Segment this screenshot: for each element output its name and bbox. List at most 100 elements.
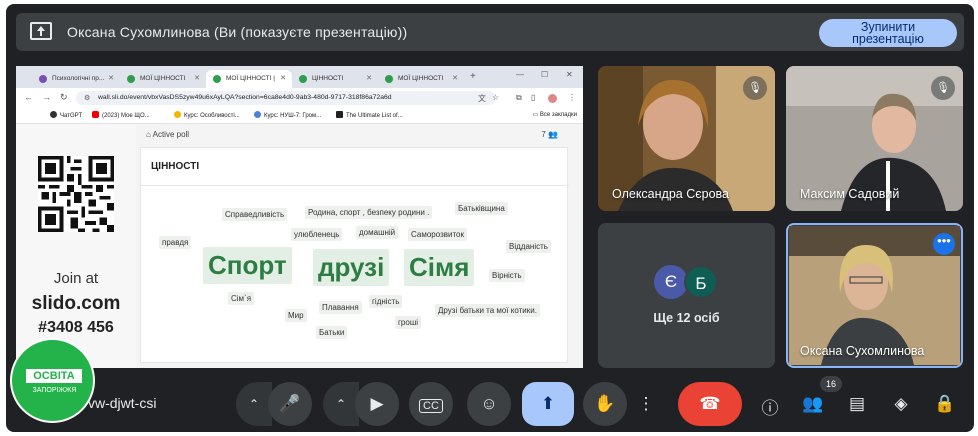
bookmark-star-icon[interactable]: ☆ <box>492 93 499 102</box>
participant-count: 7 👥 <box>541 130 558 139</box>
sidebar-icon[interactable]: ▯ <box>531 93 535 102</box>
word-cloud-item: Родина, спорт , безпеку родини . <box>305 206 433 219</box>
tab-close-icon[interactable]: ✕ <box>366 74 372 82</box>
camera-icon: ▶ <box>370 394 384 413</box>
join-site: slido.com <box>31 293 121 314</box>
new-tab-icon[interactable]: + <box>470 71 476 82</box>
site-info-icon[interactable]: ⚙ <box>84 94 90 102</box>
mic-off-icon: 🎙 <box>931 76 955 100</box>
profile-avatar[interactable] <box>548 94 557 103</box>
microphone-icon: 🎤 <box>279 394 301 413</box>
folder-icon: ▭ <box>532 112 540 118</box>
present-now-button[interactable]: ⬆ <box>522 382 574 426</box>
extensions-icon[interactable]: ⧉ <box>516 93 522 103</box>
video-settings-chevron-icon[interactable]: ⌃ <box>323 382 359 426</box>
people-icon[interactable]: 👥 <box>801 394 825 414</box>
tab-favicon-icon <box>39 75 47 83</box>
browser-tab[interactable]: МОЇ ЦІННОСТІ ✕ <box>378 70 464 88</box>
word-cloud-item: гроші <box>395 316 422 329</box>
emoji-icon: ☺ <box>480 394 498 413</box>
participant-tile[interactable]: 🎙 Олександра Сєрова <box>598 66 775 211</box>
bookmark-label: Курс: НУШ-7: Гром... <box>264 113 322 119</box>
poll-card: ЦІННОСТІ Справедливість Родина, спорт , … <box>140 147 569 363</box>
bookmark-label: The Ultimate List of... <box>346 113 403 119</box>
tab-close-icon[interactable]: ✕ <box>280 74 286 82</box>
poll-icon: ⌂ <box>146 130 153 139</box>
present-screen-icon <box>30 22 52 40</box>
tab-close-icon[interactable]: ✕ <box>194 74 200 82</box>
tab-favicon-icon <box>127 75 135 83</box>
browser-tab-active[interactable]: МОЇ ЦІННОСТІ | ✕ <box>206 70 292 88</box>
url-field[interactable]: ⚙ wall.sli.do/event/vbxVasDS5zyw49u6xAyLQ… <box>76 91 496 105</box>
participant-name: Максим Садовий <box>800 187 900 201</box>
forward-icon[interactable]: → <box>42 92 51 102</box>
more-options-button[interactable]: ⋮ <box>632 382 660 426</box>
browser-tab[interactable]: ЦІННОСТІ ✕ <box>292 70 378 88</box>
present-screen-icon: ⬆ <box>540 394 556 413</box>
chat-icon[interactable]: ▤ <box>845 394 869 414</box>
tab-favicon-icon <box>299 75 307 83</box>
tab-close-icon[interactable]: ✕ <box>452 74 458 82</box>
stop-presenting-button[interactable]: Зупинити презентацію <box>819 19 957 47</box>
osvita-logo: ОСВІТА ЗАПОРІЖЖЯ <box>10 338 95 423</box>
browser-tabstrip: Психологічні пр... ✕ МОЇ ЦІННОСТІ ✕ МОЇ ЦІ… <box>16 66 583 88</box>
participant-tile[interactable]: 🎙 Максим Садовий <box>786 66 963 211</box>
minimize-icon[interactable]: — <box>516 70 524 79</box>
word-cloud-item: Батьки <box>316 326 348 339</box>
browser-tab[interactable]: МОЇ ЦІННОСТІ ✕ <box>120 70 206 88</box>
reload-icon[interactable]: ↻ <box>60 92 68 103</box>
bookmark-item[interactable]: Курс: Особливості... <box>174 111 240 119</box>
activities-icon[interactable]: ◈ <box>889 394 913 414</box>
stop-presenting-line2: презентацію <box>852 32 924 46</box>
word-cloud-item: Справедливість <box>222 208 288 221</box>
reactions-button[interactable]: ☺ <box>467 382 511 426</box>
avatar: Є <box>654 265 688 299</box>
bookmark-item[interactable]: ЧатGPT <box>50 111 82 119</box>
audio-settings-chevron-icon[interactable]: ⌃ <box>236 382 272 426</box>
tab-label: ЦІННОСТІ <box>312 75 344 82</box>
bookmark-item[interactable]: The Ultimate List of... <box>336 111 403 119</box>
back-icon[interactable]: ← <box>24 92 33 102</box>
bookmarks-folder-label: Все закладки <box>539 112 577 118</box>
all-bookmarks-folder[interactable]: ▭ Все закладки <box>533 111 577 118</box>
browser-addressbar: ← → ↻ ⚙ wall.sli.do/event/vbxVasDS5zyw49u… <box>16 88 583 108</box>
word-cloud-item: гідність <box>369 295 403 308</box>
captions-icon: CC <box>419 399 443 413</box>
tab-close-icon[interactable]: ✕ <box>108 74 114 82</box>
close-window-icon[interactable]: ✕ <box>566 70 573 79</box>
more-options-icon[interactable]: ••• <box>933 233 955 255</box>
course-icon <box>254 111 261 118</box>
bookmark-label: ЧатGPT <box>60 113 83 119</box>
word-cloud-item-top: Спорт <box>203 247 292 284</box>
meeting-code: vw-djwt-csi <box>88 395 157 411</box>
host-controls-icon[interactable]: 🔒 <box>933 394 957 414</box>
presenting-title: Оксана Сухомлинова (Ви (показуєте презен… <box>67 24 408 40</box>
participant-name: Оксана Сухомлинова <box>800 344 925 358</box>
microphone-button[interactable]: 🎤 <box>268 382 312 426</box>
self-tile[interactable]: ••• Оксана Сухомлинова <box>786 223 963 368</box>
join-text: Join at <box>53 270 99 287</box>
maximize-icon[interactable]: ☐ <box>541 70 548 79</box>
tab-label: МОЇ ЦІННОСТІ | <box>226 75 275 82</box>
bookmark-item[interactable]: Курс: НУШ-7: Гром... <box>254 111 321 119</box>
leave-call-button[interactable]: ☎ <box>678 382 742 426</box>
tab-favicon-icon <box>213 75 221 83</box>
url-text: wall.sli.do/event/vbxVasDS5zyw49u6xAyLQA… <box>98 94 392 101</box>
raise-hand-button[interactable]: ✋ <box>583 382 627 426</box>
browser-menu-icon[interactable]: ⋮ <box>568 93 576 102</box>
meeting-info-icon[interactable]: ⓘ <box>758 394 782 419</box>
shared-screen: Психологічні пр... ✕ МОЇ ЦІННОСТІ ✕ МОЇ ЦІ… <box>16 66 583 368</box>
chatgpt-icon <box>50 111 57 118</box>
logo-title: ОСВІТА <box>26 369 82 383</box>
bookmark-item[interactable]: (2023) Мое ЩО... <box>92 111 150 119</box>
translate-icon[interactable]: 文 <box>478 93 486 104</box>
slido-poll-area: ⌂ Active poll 7 👥 ЦІННОСТІ Справедливіст… <box>136 124 583 368</box>
hand-icon: ✋ <box>594 394 616 413</box>
others-tile[interactable]: Є Б Ще 12 осіб <box>598 223 775 368</box>
camera-button[interactable]: ▶ <box>355 382 399 426</box>
captions-button[interactable]: CC <box>409 382 453 426</box>
word-cloud-item-top: друзі <box>313 249 390 286</box>
active-poll-label: ⌂ Active poll <box>146 130 189 139</box>
browser-tab[interactable]: Психологічні пр... ✕ <box>32 70 120 88</box>
word-cloud-item: Мир <box>285 309 307 322</box>
